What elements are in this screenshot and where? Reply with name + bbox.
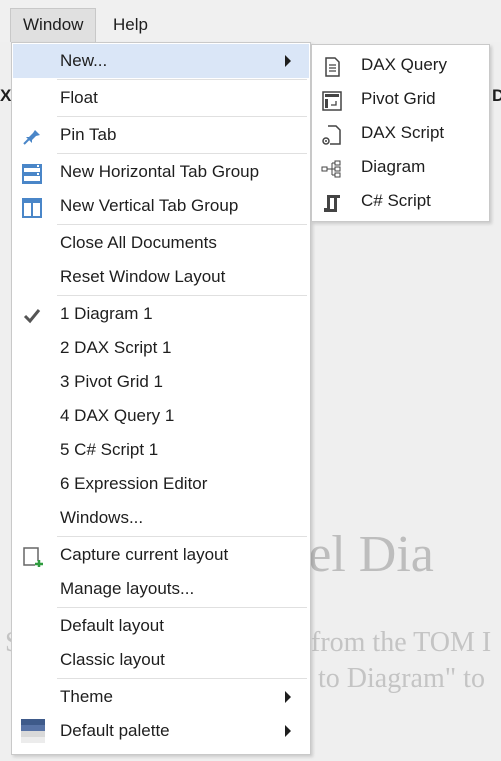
menu-item-label: Reset Window Layout bbox=[60, 267, 226, 286]
menu-item-classic-layout[interactable]: Classic layout bbox=[13, 643, 309, 677]
menu-item-label: 2 DAX Script 1 bbox=[60, 338, 172, 357]
menu-separator bbox=[57, 678, 307, 679]
capture-layout-icon bbox=[21, 545, 43, 568]
menu-item-3-pivot-grid-1[interactable]: 3 Pivot Grid 1 bbox=[13, 365, 309, 399]
submenu-item-pivot-grid[interactable]: Pivot Grid bbox=[313, 82, 488, 116]
menu-bar: Window Help bbox=[0, 0, 501, 42]
menu-item-reset-window-layout[interactable]: Reset Window Layout bbox=[13, 260, 309, 294]
menu-item-label: Theme bbox=[60, 687, 113, 706]
menu-item-label: Manage layouts... bbox=[60, 579, 195, 598]
menu-item-label: Pin Tab bbox=[60, 125, 117, 144]
menu-item-label: Capture current layout bbox=[60, 545, 229, 564]
document-icon bbox=[321, 55, 343, 77]
menu-item-pin-tab[interactable]: Pin Tab bbox=[13, 118, 309, 152]
menu-separator bbox=[57, 224, 307, 225]
menu-item-label: 1 Diagram 1 bbox=[60, 304, 153, 323]
menu-item-new-vertical-tab-group[interactable]: New Vertical Tab Group bbox=[13, 189, 309, 223]
menu-item-label: Default layout bbox=[60, 616, 164, 635]
menu-item-close-all-documents[interactable]: Close All Documents bbox=[13, 226, 309, 260]
background-text-line2: to Diagram" to bbox=[318, 663, 485, 694]
tab-fragment-left: X bbox=[0, 86, 12, 105]
pivot-grid-icon bbox=[321, 89, 343, 111]
menu-item-capture-current-layout[interactable]: Capture current layout bbox=[13, 538, 309, 572]
tab-fragment-right: D bbox=[492, 86, 501, 105]
diagram-icon bbox=[321, 157, 343, 178]
menu-item-label: Close All Documents bbox=[60, 233, 217, 252]
csharp-script-icon bbox=[321, 191, 343, 212]
menu-item-theme[interactable]: Theme bbox=[13, 680, 309, 714]
submenu-item-csharp-script[interactable]: C# Script bbox=[313, 184, 488, 218]
menu-item-manage-layouts[interactable]: Manage layouts... bbox=[13, 572, 309, 606]
menu-item-label: New Horizontal Tab Group bbox=[60, 162, 260, 181]
menu-separator bbox=[57, 116, 307, 117]
menu-item-label: Default palette bbox=[60, 721, 170, 740]
vertical-tab-group-icon bbox=[21, 196, 43, 218]
menu-item-windows[interactable]: Windows... bbox=[13, 501, 309, 535]
menu-item-new-horizontal-tab-group[interactable]: New Horizontal Tab Group bbox=[13, 155, 309, 189]
menu-item-float[interactable]: Float bbox=[13, 81, 309, 115]
dax-script-icon bbox=[321, 123, 343, 145]
menu-item-label: Diagram bbox=[361, 157, 426, 176]
new-submenu: DAX Query Pivot Grid DAX Script Diagram C# S… bbox=[311, 44, 490, 222]
menu-item-2-dax-script-1[interactable]: 2 DAX Script 1 bbox=[13, 331, 309, 365]
menu-help[interactable]: Help bbox=[101, 8, 160, 42]
menu-separator bbox=[57, 536, 307, 537]
submenu-arrow-icon bbox=[285, 55, 291, 67]
submenu-arrow-icon bbox=[285, 691, 291, 703]
menu-item-new[interactable]: New... bbox=[13, 44, 309, 78]
menu-item-label: C# Script bbox=[361, 191, 431, 210]
background-text-line1: from the TOM I bbox=[311, 627, 492, 658]
menu-item-label: 3 Pivot Grid 1 bbox=[60, 372, 163, 391]
menu-item-1-diagram-1[interactable]: 1 Diagram 1 bbox=[13, 297, 309, 331]
menu-item-label: New Vertical Tab Group bbox=[60, 196, 239, 215]
menu-item-4-dax-query-1[interactable]: 4 DAX Query 1 bbox=[13, 399, 309, 433]
pin-icon bbox=[21, 125, 43, 145]
submenu-item-dax-query[interactable]: DAX Query bbox=[313, 48, 488, 82]
submenu-item-dax-script[interactable]: DAX Script bbox=[313, 116, 488, 150]
submenu-arrow-icon bbox=[285, 725, 291, 737]
window-menu: New... Float Pin Tab New Horizontal Tab Gro… bbox=[11, 42, 311, 755]
menu-separator bbox=[57, 295, 307, 296]
menu-separator bbox=[57, 153, 307, 154]
menu-item-label: 5 C# Script 1 bbox=[60, 440, 159, 459]
menu-item-default-layout[interactable]: Default layout bbox=[13, 609, 309, 643]
menu-item-label: DAX Query bbox=[361, 55, 447, 74]
menu-item-label: Classic layout bbox=[60, 650, 165, 669]
menu-item-label: 6 Expression Editor bbox=[60, 474, 208, 493]
menu-item-label: DAX Script bbox=[361, 123, 445, 142]
menu-item-5-csharp-script-1[interactable]: 5 C# Script 1 bbox=[13, 433, 309, 467]
menu-item-6-expression-editor[interactable]: 6 Expression Editor bbox=[13, 467, 309, 501]
checkmark-icon bbox=[21, 304, 43, 324]
menu-window[interactable]: Window bbox=[10, 8, 97, 42]
palette-icon bbox=[21, 719, 45, 743]
horizontal-tab-group-icon bbox=[21, 162, 43, 184]
menu-item-label: New... bbox=[60, 51, 108, 70]
submenu-item-diagram[interactable]: Diagram bbox=[313, 150, 488, 184]
menu-separator bbox=[57, 607, 307, 608]
menu-item-label: Pivot Grid bbox=[361, 89, 436, 108]
menu-item-label: 4 DAX Query 1 bbox=[60, 406, 175, 425]
menu-separator bbox=[57, 79, 307, 80]
menu-item-default-palette[interactable]: Default palette bbox=[13, 714, 309, 748]
menu-item-label: Windows... bbox=[60, 508, 144, 527]
menu-item-label: Float bbox=[60, 88, 98, 107]
